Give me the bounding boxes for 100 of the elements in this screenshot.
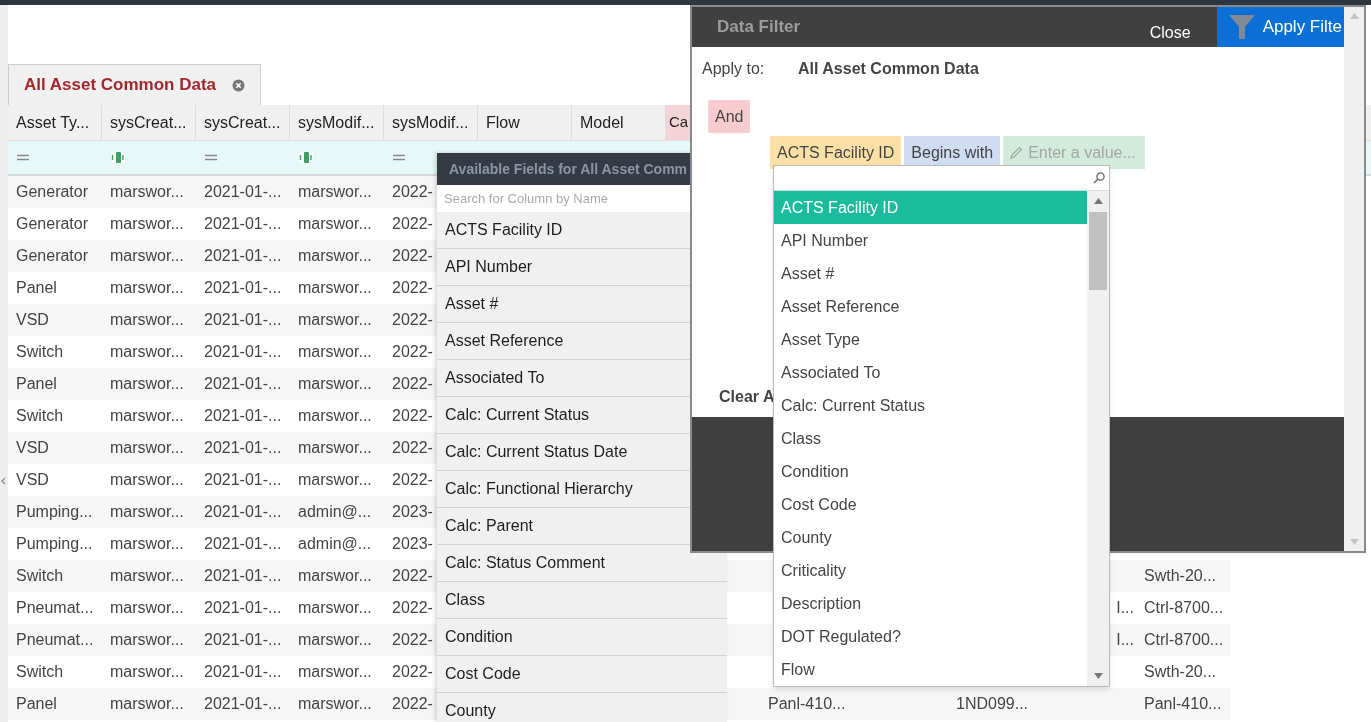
field-list-item[interactable]: Class (437, 582, 727, 619)
table-cell-text: Swth-20... (1144, 662, 1217, 682)
table-cell-text: admin@... (298, 534, 372, 554)
table-cell-text: 2022- (392, 438, 433, 458)
table-cell-text: 2021-01-... (204, 694, 282, 714)
table-cell-text: 2022- (392, 694, 433, 714)
chevron-left-icon[interactable] (0, 477, 6, 485)
dropdown-option[interactable]: County (774, 521, 1087, 554)
search-icon (1093, 172, 1105, 184)
table-cell-text: Generator (16, 214, 89, 234)
table-cell-text: 2022- (392, 342, 433, 362)
table-cell-text: 2021-01-... (204, 630, 282, 650)
value-field[interactable]: Enter a value... (1003, 136, 1146, 169)
table-cell-text: marswor... (298, 662, 372, 682)
table-cell-text: Panel (16, 278, 57, 298)
table-cell-text: marswor... (110, 438, 184, 458)
table-cell-text: 2021-01-... (204, 278, 282, 298)
table-cell-text: marswor... (298, 374, 372, 394)
table-cell-text: 2023- (392, 534, 433, 554)
field-list-item[interactable]: County (437, 693, 727, 722)
table-cell-text: marswor... (298, 470, 372, 490)
table-cell-text: 2022- (392, 406, 433, 426)
panel-title: Available Fields for All Asset Comm (449, 159, 688, 179)
table-cell-text: marswor... (298, 630, 372, 650)
equals-icon[interactable] (205, 154, 217, 161)
field-list-item[interactable]: Condition (437, 619, 727, 656)
table-cell-text: 2022- (392, 278, 433, 298)
table-cell-text: 2021-01-... (204, 310, 282, 330)
scroll-thumb[interactable] (1089, 212, 1107, 290)
table-cell-text: 2022- (392, 214, 433, 234)
table-cell-text: marswor... (110, 278, 184, 298)
column-header[interactable]: Asset Ty... (8, 105, 102, 140)
tab[interactable]: All Asset Common Data (8, 64, 262, 105)
dropdown-option[interactable]: Asset Reference (774, 290, 1087, 323)
column-header[interactable]: sysModif... (290, 105, 384, 140)
table-cell-text: 2021-01-... (204, 406, 282, 426)
table-cell-text: 1ND099... (956, 694, 1029, 714)
dropdown-option[interactable]: DOT Regulated? (774, 620, 1087, 653)
table-cell-text: 2021-01-... (204, 438, 282, 458)
table-cell-text: 2021-01-... (204, 502, 282, 522)
table-cell-text: VSD (16, 438, 49, 458)
equals-icon[interactable] (393, 154, 405, 161)
scroll-up-icon[interactable] (1093, 198, 1103, 204)
table-cell-text: 2021-01-... (204, 566, 282, 586)
table-cell-text: 2021-01-... (204, 470, 282, 490)
table-cell-text: I... (1116, 598, 1134, 618)
table-cell-text: marswor... (110, 470, 184, 490)
table-cell-text: marswor... (298, 406, 372, 426)
table-cell-text: Generator (16, 246, 89, 266)
funnel-icon (1228, 15, 1255, 39)
close-icon[interactable] (232, 78, 246, 92)
column-header[interactable]: sysModif... (384, 105, 478, 140)
dropdown-option[interactable]: Criticality (774, 554, 1087, 587)
apply-filter-button[interactable]: Apply Filte (1216, 7, 1344, 47)
dialog-title: Data Filter (716, 16, 801, 39)
column-header[interactable]: Ca (666, 105, 690, 140)
table-cell-text: 2022- (392, 566, 433, 586)
dropdown-option[interactable]: Flow (774, 653, 1087, 686)
dropdown-option[interactable]: Asset Type (774, 323, 1087, 356)
scroll-down-icon[interactable] (1093, 673, 1103, 679)
dropdown-option[interactable]: Asset # (774, 257, 1087, 290)
table-cell-text: marswor... (298, 342, 372, 362)
text-type-icon[interactable] (111, 152, 125, 163)
operator-chip[interactable]: And (708, 100, 751, 133)
table-cell-text: I... (1116, 630, 1134, 650)
table-cell-text: marswor... (298, 278, 372, 298)
table-cell-text: 2021-01-... (204, 662, 282, 682)
pencil-icon (1010, 146, 1024, 159)
text-type-icon[interactable] (299, 152, 313, 163)
table-cell-text: Pumping... (16, 534, 93, 554)
table-cell-text: Ctrl-8700... (1144, 630, 1224, 650)
table-cell-text: marswor... (110, 214, 184, 234)
table-cell-text: marswor... (110, 182, 184, 202)
table-cell-text: 2021-01-... (204, 374, 282, 394)
table-cell-text: marswor... (298, 598, 372, 618)
equals-icon[interactable] (17, 154, 29, 161)
dropdown-option[interactable]: Condition (774, 455, 1087, 488)
dropdown-option[interactable]: Cost Code (774, 488, 1087, 521)
table-cell-text: 2022- (392, 630, 433, 650)
dropdown-option[interactable]: Description (774, 587, 1087, 620)
table-cell-text: marswor... (110, 630, 184, 650)
table-cell-text: marswor... (298, 566, 372, 586)
column-header[interactable]: Flow (478, 105, 572, 140)
field-list-item[interactable]: Cost Code (437, 656, 727, 693)
table-cell-text: Generator (16, 182, 89, 202)
dropdown-option[interactable]: Calc: Current Status (774, 389, 1087, 422)
table-cell-text: marswor... (298, 694, 372, 714)
table-cell-text: marswor... (298, 214, 372, 234)
dropdown-option[interactable]: API Number (774, 224, 1087, 257)
column-header[interactable]: sysCreat... (196, 105, 290, 140)
table-cell-text: marswor... (110, 374, 184, 394)
table-cell-text: 2023- (392, 502, 433, 522)
dropdown-option[interactable]: Class (774, 422, 1087, 455)
table-cell-text: 2022- (392, 310, 433, 330)
close-button[interactable]: Close (1149, 21, 1191, 47)
dropdown-scrollbar[interactable] (1087, 191, 1109, 686)
apply-to-label: Apply to: (702, 59, 766, 79)
column-header[interactable]: sysCreat... (102, 105, 196, 140)
table-cell-text: Pneumat... (16, 598, 94, 618)
dropdown-option[interactable]: Associated To (774, 356, 1087, 389)
